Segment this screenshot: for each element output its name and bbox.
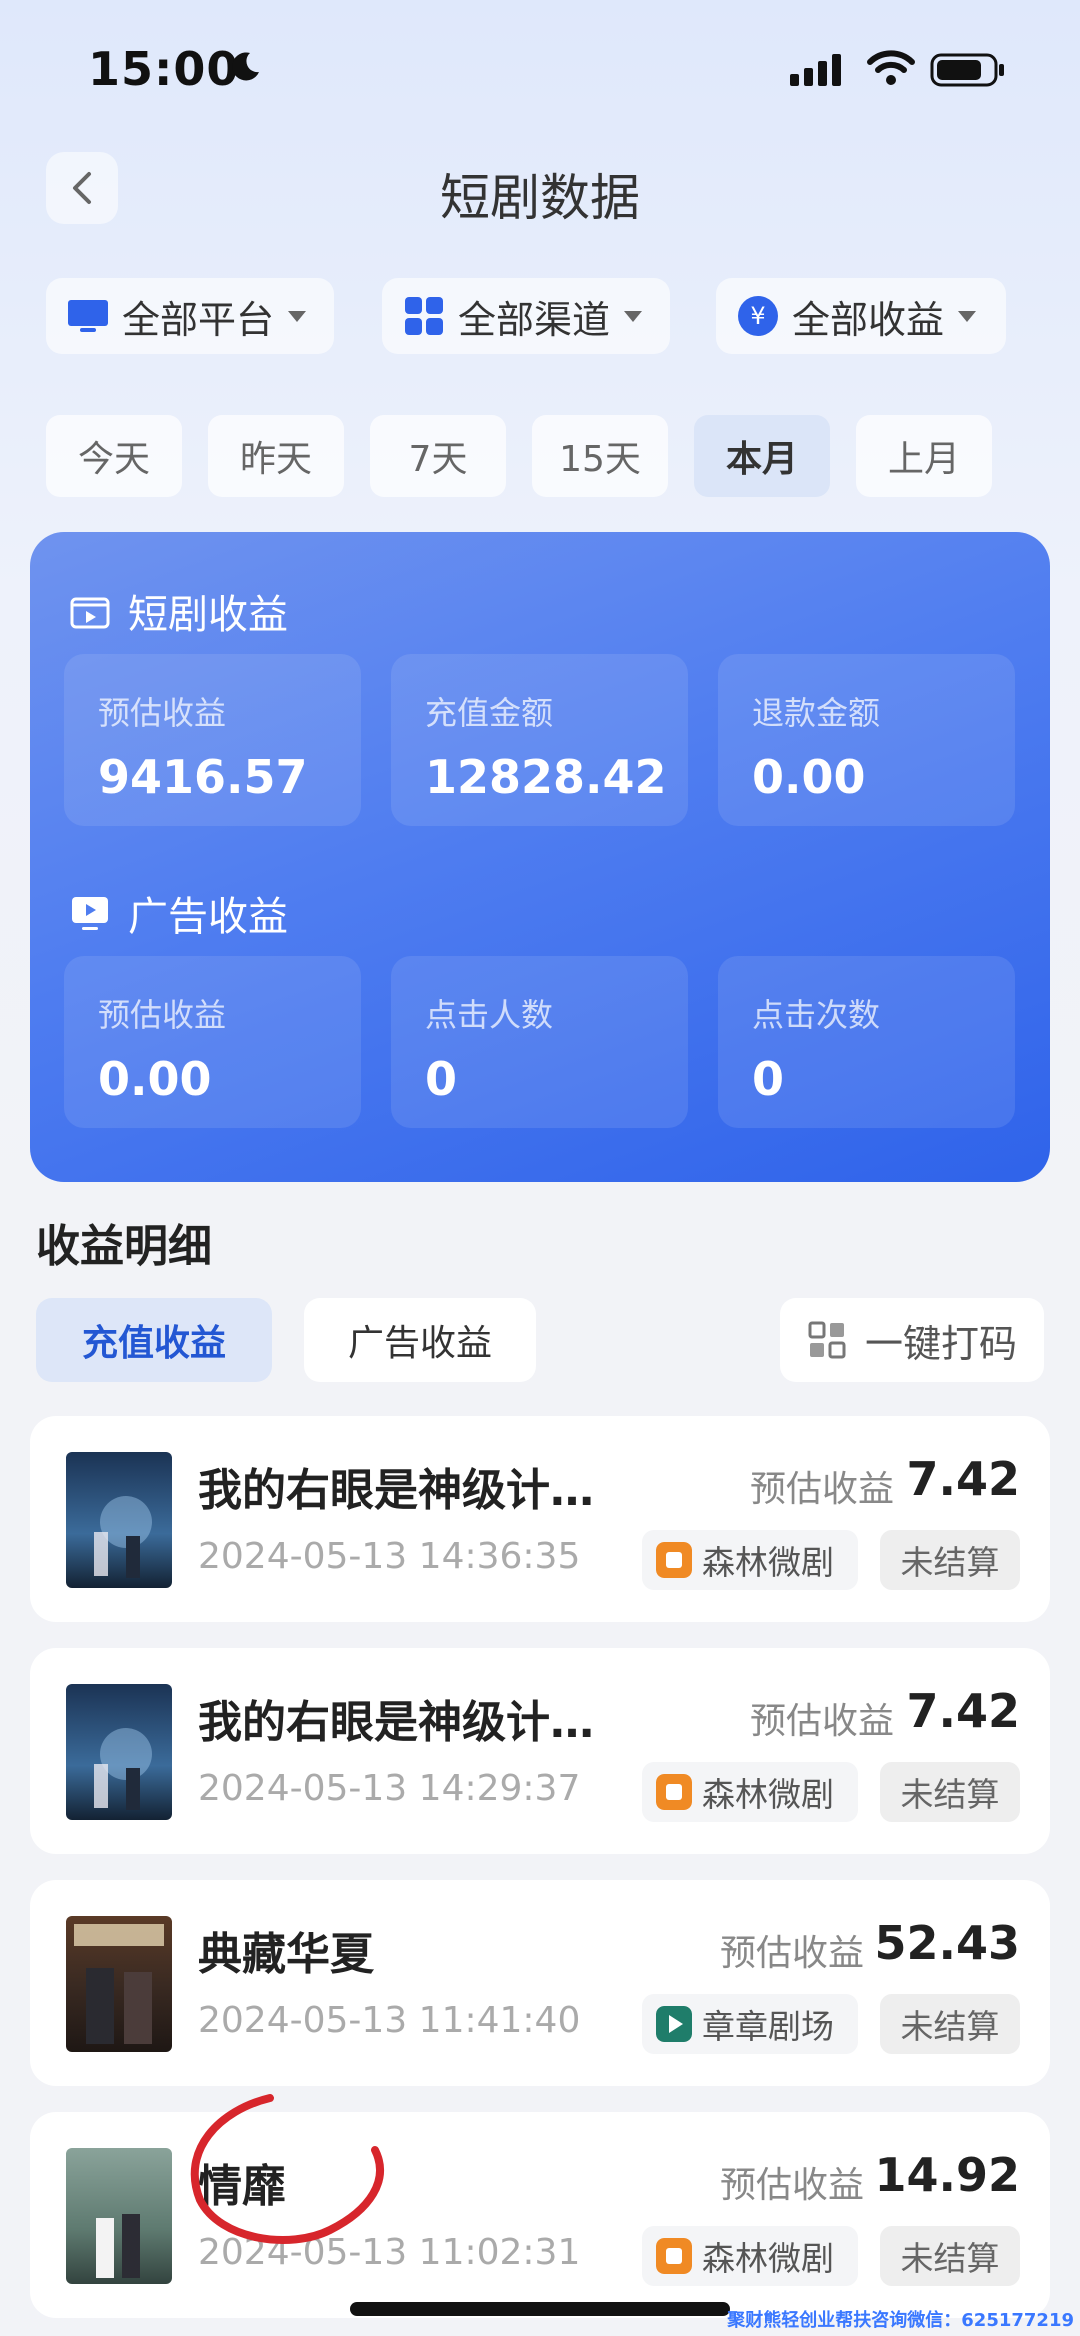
clapperboard-icon [70, 597, 110, 629]
tab-today[interactable]: 今天 [46, 415, 182, 497]
tab-recharge-income[interactable]: 充值收益 [36, 1298, 272, 1382]
grid-icon [405, 297, 443, 335]
stat-label: 预估收益 [98, 694, 227, 732]
drama-poster [66, 2148, 172, 2284]
platform-name: 章章剧场 [702, 2007, 834, 2046]
caret-down-icon [958, 310, 977, 322]
code-button-label: 一键打码 [864, 1321, 1017, 1366]
status-badge: 未结算 [880, 1994, 1020, 2054]
qr-code-icon [808, 1321, 846, 1359]
platform-badge: 章章剧场 [642, 1994, 858, 2054]
filter-label: 全部平台 [122, 297, 275, 342]
status-badge: 未结算 [880, 1530, 1020, 1590]
filter-channel[interactable]: 全部渠道 [382, 278, 670, 354]
filter-platform[interactable]: 全部平台 [46, 278, 334, 354]
drama-poster [66, 1916, 172, 2052]
status-badge: 未结算 [880, 1762, 1020, 1822]
hand-drawn-circle-mark [190, 2094, 384, 2244]
stat-label: 点击次数 [752, 996, 881, 1034]
watermark-text: 聚财熊轻创业帮扶咨询微信：625177219 [727, 2310, 1074, 2331]
signal-icon [790, 54, 841, 86]
svg-text:¥: ¥ [750, 302, 765, 330]
drama-poster [66, 1684, 172, 1820]
order-datetime: 2024-05-13 14:36:35 [198, 1536, 581, 1577]
filter-label: 全部收益 [792, 297, 945, 342]
stat-value: 12828.42 [425, 750, 667, 804]
platform-badge: 森林微剧 [642, 1530, 858, 1590]
play-logo-icon [656, 2006, 692, 2042]
list-item[interactable]: 我的右眼是神级计… 2024-05-13 14:36:35 预估收益 7.42 … [30, 1416, 1050, 1622]
drama-title: 典藏华夏 [198, 1929, 374, 1980]
tab-15days[interactable]: 15天 [532, 415, 668, 497]
stat-value: 0 [425, 1052, 458, 1106]
platform-badge: 森林微剧 [642, 1762, 858, 1822]
list-item[interactable]: 典藏华夏 2024-05-13 11:41:40 预估收益 52.43 章章剧场… [30, 1880, 1050, 2086]
stat-label: 预估收益 [98, 996, 227, 1034]
stat-click-count: 点击次数 0 [718, 956, 1015, 1128]
platform-badge: 森林微剧 [642, 2226, 858, 2286]
stat-label: 点击人数 [425, 996, 554, 1034]
platform-logo-icon [656, 1542, 692, 1578]
filter-income[interactable]: ¥ 全部收益 [716, 278, 1006, 354]
moon-icon [232, 52, 259, 81]
stat-click-users: 点击人数 0 [391, 956, 688, 1128]
status-bar: 15:00 [0, 0, 1080, 130]
earn-label: 预估收益 [749, 1701, 894, 1742]
stat-estimated-income: 预估收益 9416.57 [64, 654, 361, 826]
yuan-icon: ¥ [738, 296, 778, 336]
play-screen-icon [72, 897, 108, 930]
earn-amount: 7.42 [906, 1452, 1021, 1506]
monitor-icon [68, 300, 108, 332]
platform-logo-icon [656, 1774, 692, 1810]
tab-this-month[interactable]: 本月 [694, 415, 830, 497]
tab-ad-income[interactable]: 广告收益 [304, 1298, 536, 1382]
tab-yesterday[interactable]: 昨天 [208, 415, 344, 497]
drama-poster [66, 1452, 172, 1588]
ad-income-section: 广告收益 [70, 884, 288, 942]
stat-label: 充值金额 [425, 694, 554, 732]
earn-amount: 7.42 [906, 1684, 1021, 1738]
stat-ad-estimated-income: 预估收益 0.00 [64, 956, 361, 1128]
section-title: 广告收益 [128, 894, 288, 940]
drama-income-section: 短剧收益 [70, 582, 288, 640]
earn-label: 预估收益 [719, 1933, 864, 1974]
battery-icon [930, 53, 1004, 87]
one-click-mask-button[interactable]: 一键打码 [780, 1298, 1044, 1382]
stat-value: 0.00 [752, 750, 866, 804]
stat-value: 9416.57 [98, 750, 308, 804]
section-title: 短剧收益 [128, 592, 288, 638]
earn-label: 预估收益 [749, 1469, 894, 1510]
wifi-icon [867, 50, 915, 85]
detail-title: 收益明细 [36, 1221, 212, 1272]
tab-7days[interactable]: 7天 [370, 415, 506, 497]
platform-logo-icon [656, 2238, 692, 2274]
page-title: 短剧数据 [440, 169, 640, 227]
drama-title: 我的右眼是神级计… [198, 1697, 594, 1748]
home-indicator [350, 2302, 730, 2316]
list-item[interactable]: 我的右眼是神级计… 2024-05-13 14:29:37 预估收益 7.42 … [30, 1648, 1050, 1854]
order-datetime: 2024-05-13 14:29:37 [198, 1768, 581, 1809]
filter-label: 全部渠道 [458, 297, 611, 342]
stat-value: 0 [752, 1052, 785, 1106]
status-time: 15:00 [88, 42, 240, 96]
stat-refund-amount: 退款金额 0.00 [718, 654, 1015, 826]
status-badge: 未结算 [880, 2226, 1020, 2286]
stat-value: 0.00 [98, 1052, 212, 1106]
platform-name: 森林微剧 [702, 1543, 834, 1582]
caret-down-icon [288, 310, 307, 322]
drama-title: 我的右眼是神级计… [198, 1465, 594, 1516]
summary-card: 短剧收益 预估收益 9416.57 充值金额 12828.42 退款金额 0.0… [30, 532, 1050, 1182]
order-datetime: 2024-05-13 11:41:40 [198, 2000, 581, 2041]
caret-down-icon [624, 310, 643, 322]
earn-label: 预估收益 [719, 2165, 864, 2206]
stat-recharge-amount: 充值金额 12828.42 [391, 654, 688, 826]
tab-last-month[interactable]: 上月 [856, 415, 992, 497]
earn-amount: 14.92 [874, 2148, 1020, 2202]
earn-amount: 52.43 [874, 1916, 1020, 1970]
platform-name: 森林微剧 [702, 2239, 834, 2278]
stat-label: 退款金额 [752, 694, 881, 732]
platform-name: 森林微剧 [702, 1775, 834, 1814]
